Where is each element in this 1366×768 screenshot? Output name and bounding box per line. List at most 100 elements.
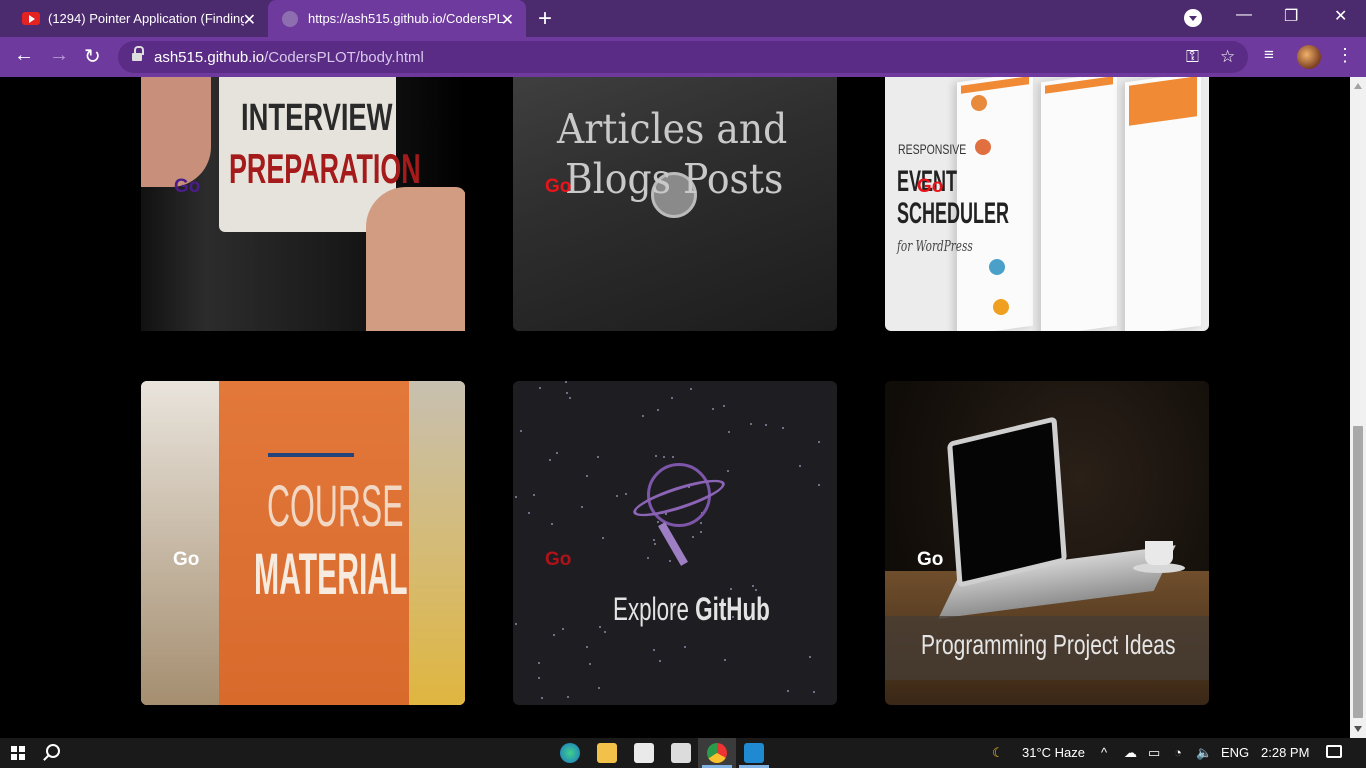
close-tab-icon[interactable]: ✕ <box>501 10 514 30</box>
star-dot <box>566 392 568 394</box>
forward-button[interactable]: → <box>49 44 69 67</box>
star-dot <box>569 397 571 399</box>
minimize-button[interactable]: — <box>1236 6 1252 24</box>
star-dot <box>684 646 686 648</box>
tab-strip: (1294) Pointer Application (Finding t ✕ … <box>0 0 1366 37</box>
new-tab-button[interactable]: + <box>538 5 552 33</box>
browser-menu-icon[interactable]: ⋮ <box>1336 45 1354 66</box>
hand-image <box>141 77 211 187</box>
telescope-icon <box>658 522 688 566</box>
star-dot <box>541 697 543 699</box>
language-indicator[interactable]: ENG <box>1221 745 1249 760</box>
card-title-line: Blogs Posts <box>565 155 784 203</box>
scroll-up-arrow-icon[interactable] <box>1354 83 1362 89</box>
wifi-icon[interactable]: ◔ <box>1174 745 1182 760</box>
store-icon[interactable] <box>634 743 654 763</box>
go-link[interactable]: Go <box>174 176 200 198</box>
close-window-button[interactable]: ✕ <box>1334 6 1347 26</box>
globe-icon <box>282 10 298 27</box>
go-link[interactable]: Go <box>545 176 571 198</box>
star-dot <box>616 495 618 497</box>
mail-icon[interactable] <box>671 743 691 763</box>
star-dot <box>515 496 517 498</box>
star-dot <box>562 628 564 630</box>
windows-start-icon[interactable] <box>11 746 25 760</box>
battery-icon[interactable]: ▭ <box>1148 745 1160 761</box>
coffee-cup-image <box>1145 541 1173 565</box>
card-programming-project-ideas[interactable]: Programming Project Ideas Go <box>885 381 1209 705</box>
vertical-scrollbar[interactable] <box>1350 77 1366 738</box>
star-dot <box>724 659 726 661</box>
card-interview-preparation[interactable]: INTERVIEW PREPARATION Go <box>141 77 465 331</box>
star-dot <box>581 506 583 508</box>
star-dot <box>586 475 588 477</box>
star-dot <box>655 455 657 457</box>
star-dot <box>712 408 714 410</box>
star-dot <box>818 484 820 486</box>
card-articles-blogs[interactable]: Articles and Blogs Posts Go <box>513 77 837 331</box>
close-tab-icon[interactable]: ✕ <box>243 10 256 30</box>
cloud-icon[interactable]: ☁ <box>1124 745 1137 761</box>
card-title: Explore GitHub <box>613 591 770 627</box>
restore-button[interactable]: ❐ <box>1284 6 1298 26</box>
file-explorer-icon[interactable] <box>597 743 617 763</box>
url-text[interactable]: ash515.github.io/CodersPLOT/body.html <box>154 49 424 66</box>
star-dot <box>782 427 784 429</box>
star-dot <box>602 537 604 539</box>
weather-icon[interactable]: ☾ <box>992 745 1004 761</box>
volume-icon[interactable]: 🔈 <box>1196 745 1212 761</box>
search-icon[interactable] <box>46 744 60 758</box>
chrome-icon[interactable] <box>707 743 727 763</box>
star-dot <box>671 397 673 399</box>
star-dot <box>533 494 535 496</box>
weather-text[interactable]: 31°C Haze <box>1022 745 1085 760</box>
tab-youtube[interactable]: (1294) Pointer Application (Finding t ✕ <box>0 0 268 37</box>
star-dot <box>813 691 815 693</box>
star-dot <box>586 646 588 648</box>
edge-icon[interactable] <box>560 743 580 763</box>
media-control-icon[interactable]: ≡ <box>1264 45 1274 65</box>
star-dot <box>538 677 540 679</box>
go-link[interactable]: Go <box>545 549 571 571</box>
key-icon[interactable]: ⚿ <box>1186 47 1199 67</box>
go-link[interactable]: Go <box>917 176 943 198</box>
star-dot <box>663 456 665 458</box>
card-title-line: Articles and <box>557 105 788 153</box>
tab-title: (1294) Pointer Application (Finding t <box>48 11 244 26</box>
lock-icon[interactable] <box>132 46 144 62</box>
reload-button[interactable]: ↻ <box>84 44 101 69</box>
card-title-line: SCHEDULER <box>897 197 1010 230</box>
star-dot <box>752 585 754 587</box>
go-link[interactable]: Go <box>173 549 199 571</box>
notification-icon[interactable] <box>1326 745 1342 758</box>
star-dot <box>657 409 659 411</box>
card-title-line: PREPARATION <box>229 145 421 192</box>
star-dot <box>520 430 522 432</box>
star-dot <box>515 623 517 625</box>
clock[interactable]: 2:28 PM <box>1261 745 1309 760</box>
vscode-icon[interactable] <box>744 743 764 763</box>
scroll-down-arrow-icon[interactable] <box>1354 726 1362 732</box>
back-button[interactable]: ← <box>14 44 34 67</box>
browser-toolbar: ← → ↻ ash515.github.io/CodersPLOT/body.h… <box>0 37 1366 77</box>
card-event-scheduler[interactable]: RESPONSIVE EVENT SCHEDULER for WordPress… <box>885 77 1209 331</box>
tray-chevron-icon[interactable]: ^ <box>1101 745 1107 760</box>
tab-coders-plot[interactable]: https://ash515.github.io/CodersPLOT ✕ <box>268 0 526 37</box>
address-bar[interactable]: ash515.github.io/CodersPLOT/body.html ⚿ … <box>118 41 1248 73</box>
profile-avatar[interactable] <box>1297 45 1321 69</box>
star-dot <box>787 690 789 692</box>
star-dot <box>539 387 541 389</box>
star-dot <box>653 539 655 541</box>
star-dot <box>625 493 627 495</box>
go-link[interactable]: Go <box>917 549 943 571</box>
card-explore-github[interactable]: Explore GitHub Go <box>513 381 837 705</box>
star-dot <box>549 459 551 461</box>
star-dot <box>700 522 702 524</box>
tab-search-icon[interactable] <box>1184 9 1202 27</box>
star-dot <box>730 588 732 590</box>
windows-taskbar: ☾ 31°C Haze ^ ☁ ▭ ◔ 🔈 ENG 2:28 PM <box>0 738 1366 768</box>
bookmark-star-icon[interactable]: ☆ <box>1220 47 1235 67</box>
card-course-material[interactable]: COURSE MATERIAL Go <box>141 381 465 705</box>
scroll-thumb[interactable] <box>1353 426 1363 718</box>
laptop-screen-image <box>946 416 1068 588</box>
